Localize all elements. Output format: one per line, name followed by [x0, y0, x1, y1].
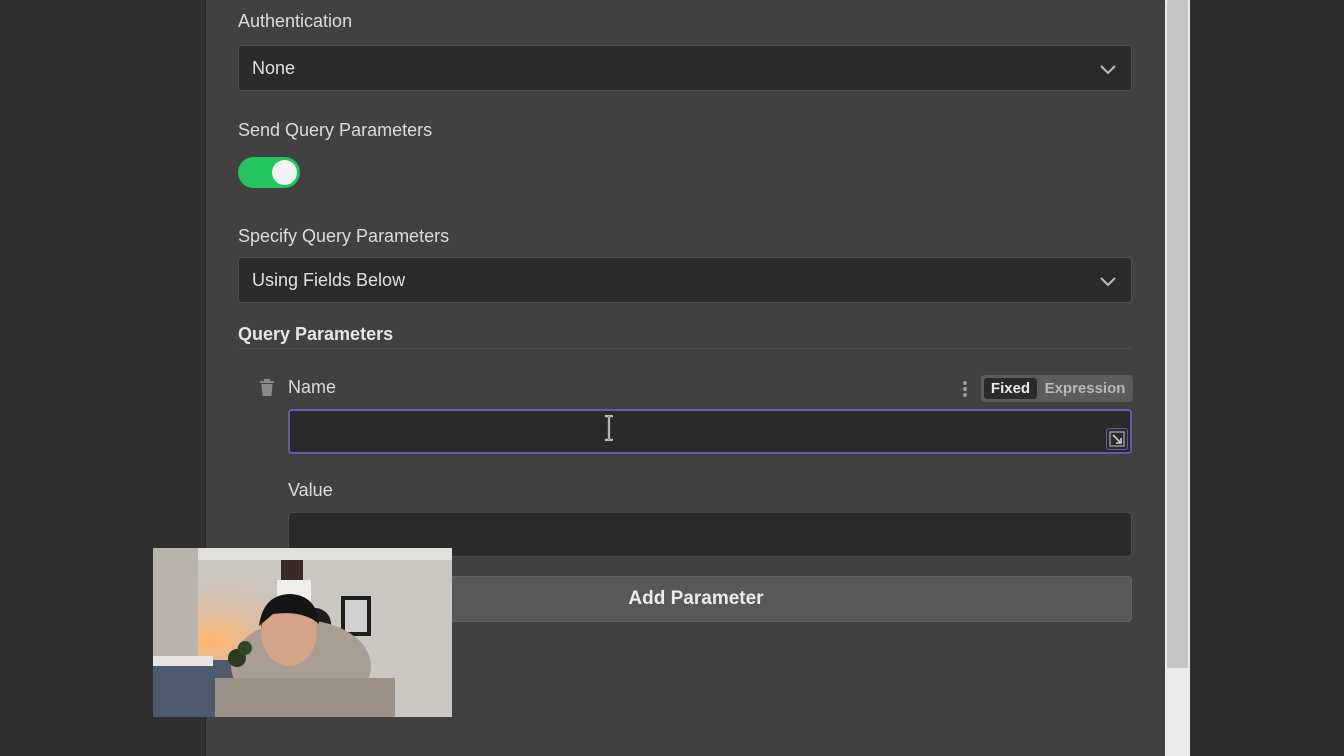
- scrollbar-track[interactable]: [1165, 0, 1190, 756]
- trash-icon[interactable]: [259, 379, 275, 396]
- expand-editor-button[interactable]: [1106, 428, 1128, 450]
- specify-query-parameters-select[interactable]: Using Fields Below: [238, 257, 1132, 303]
- parameter-name-input[interactable]: [288, 409, 1132, 454]
- section-divider: [238, 348, 1132, 349]
- specify-query-parameters-label: Specify Query Parameters: [238, 226, 450, 246]
- query-parameters-title: Query Parameters: [238, 324, 394, 344]
- chevron-down-icon: [1100, 65, 1116, 75]
- webcam-overlay: [153, 548, 452, 717]
- send-query-parameters-label: Send Query Parameters: [238, 120, 433, 140]
- mode-fixed-option[interactable]: Fixed: [984, 378, 1037, 399]
- authentication-select[interactable]: None: [238, 45, 1132, 91]
- specify-query-parameters-value: Using Fields Below: [252, 270, 406, 290]
- webcam-feed-image: [153, 548, 452, 717]
- parameter-value-label: Value: [288, 480, 333, 500]
- expand-icon: [1109, 431, 1125, 447]
- mode-switch: Fixed Expression: [981, 375, 1133, 402]
- chevron-down-icon: [1100, 277, 1116, 287]
- background-right: [1190, 0, 1344, 756]
- send-query-parameters-toggle[interactable]: [238, 157, 300, 188]
- parameter-name-label: Name: [288, 377, 337, 397]
- screen: Authentication None Send Query Parameter…: [0, 0, 1344, 756]
- kebab-menu-icon[interactable]: [960, 379, 970, 399]
- mode-expression-option[interactable]: Expression: [1039, 378, 1131, 399]
- text-cursor-icon: [605, 415, 613, 441]
- authentication-value: None: [252, 58, 296, 78]
- scrollbar-thumb[interactable]: [1167, 0, 1188, 668]
- toggle-knob: [272, 160, 297, 185]
- authentication-label: Authentication: [238, 11, 353, 31]
